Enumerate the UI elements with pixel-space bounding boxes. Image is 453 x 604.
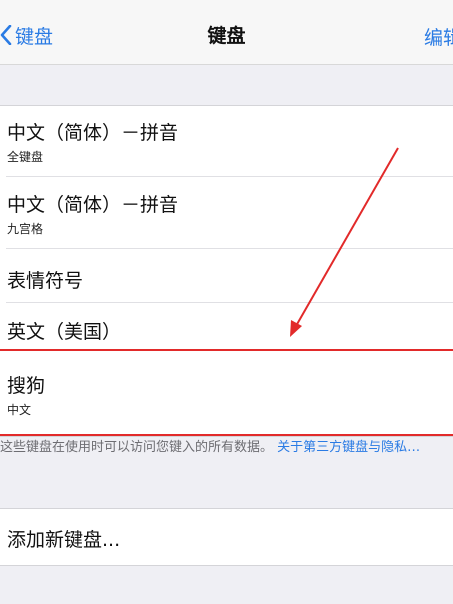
page-title: 键盘 <box>207 25 246 47</box>
add-keyboard-group: 添加新键盘... <box>0 508 453 566</box>
keyboard-row-pinyin-nine-grid[interactable]: 中文（简体）－拼音 九宫格 <box>0 177 453 249</box>
keyboard-list: 中文（简体）－拼音 全键盘 中文（简体）－拼音 九宫格 表情符号 英文（美国） … <box>0 105 453 437</box>
keyboard-row-subtitle: 全键盘 <box>7 150 44 164</box>
keyboard-row-title: 中文（简体）－拼音 <box>7 122 179 144</box>
edit-button[interactable]: 编辑 <box>424 23 453 50</box>
keyboard-row-title: 搜狗 <box>7 375 46 397</box>
add-keyboard-button[interactable]: 添加新键盘... <box>0 509 453 565</box>
keyboard-row-sogou[interactable]: 搜狗 中文 <box>0 351 453 436</box>
annotation-highlight-top <box>0 349 453 351</box>
keyboard-row-title: 中文（简体）－拼音 <box>7 194 179 216</box>
keyboard-row-title: 表情符号 <box>7 270 84 292</box>
keyboard-row-english-us[interactable]: 英文（美国） <box>0 303 453 349</box>
privacy-footer-text: 这些键盘在使用时可以访问您键入的所有数据。 <box>0 440 274 455</box>
add-keyboard-label: 添加新键盘... <box>7 529 121 551</box>
privacy-link[interactable]: 关于第三方键盘与隐私… <box>277 440 420 455</box>
keyboard-row-subtitle: 九宫格 <box>7 222 44 236</box>
annotation-highlight-bottom <box>0 434 453 436</box>
keyboard-row-title: 英文（美国） <box>7 321 122 343</box>
keyboard-row-subtitle: 中文 <box>7 403 32 417</box>
navigation-bar: 键盘 键盘 编辑 <box>0 0 453 65</box>
keyboard-settings-screen: 键盘 键盘 编辑 中文（简体）－拼音 全键盘 中文（简体）－拼音 九宫格 表情符… <box>0 0 453 604</box>
keyboard-row-emoji[interactable]: 表情符号 <box>0 249 453 303</box>
privacy-footer-note: 这些键盘在使用时可以访问您键入的所有数据。 关于第三方键盘与隐私… <box>0 438 453 458</box>
keyboard-row-pinyin-full[interactable]: 中文（简体）－拼音 全键盘 <box>0 106 453 177</box>
